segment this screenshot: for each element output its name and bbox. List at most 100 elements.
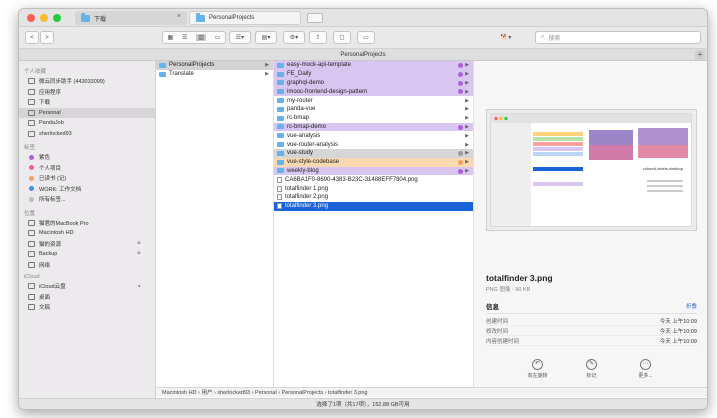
sidebar-item[interactable]: 猫君的MacBook Pro: [19, 218, 155, 229]
tag-color-dot-icon: [458, 124, 463, 130]
view-mode-control[interactable]: ▦ ☰ ▥ ▭: [162, 31, 226, 44]
column-row[interactable]: PersonalProjects ▶: [156, 61, 273, 70]
folder-row[interactable]: graphql-demo ▶: [274, 78, 473, 88]
folder-row[interactable]: vue-analysis ▶: [274, 131, 473, 140]
tab-label: PersonalProjects: [209, 15, 255, 21]
more-button[interactable]: ⋯ 更多...: [631, 359, 661, 379]
sidebar-item[interactable]: sherlocked93: [19, 129, 155, 140]
chevron-right-icon: ▶: [465, 97, 469, 104]
chevron-right-icon: ▶: [465, 132, 469, 139]
chevron-right-icon: ▶: [465, 88, 469, 95]
tab-downloads[interactable]: 下载 ×: [75, 11, 187, 25]
sidebar-item[interactable]: 已读书 (记): [19, 173, 155, 184]
totalfinder-dog-icon[interactable]: 🐕▾: [491, 31, 521, 44]
folder-row[interactable]: vue-study ▶: [274, 148, 473, 158]
forward-button[interactable]: >: [40, 31, 54, 44]
eject-icon[interactable]: ≜: [137, 241, 141, 247]
folder-icon: [277, 62, 284, 68]
add-tab-button[interactable]: +: [695, 50, 705, 60]
chevron-right-icon: ▶: [465, 150, 469, 157]
sync-folder-icon: [28, 78, 35, 85]
gallery-view-icon[interactable]: ▭: [215, 34, 221, 41]
sidebar-item[interactable]: 桌面: [19, 292, 155, 303]
search-icon: ⌕: [541, 34, 545, 40]
sidebar-item[interactable]: Personal: [19, 107, 155, 118]
sidebar-item[interactable]: 紫色: [19, 152, 155, 163]
title-bar: 下载 × PersonalProjects ✕: [19, 9, 707, 27]
file-row[interactable]: totalfinder 3.png: [274, 201, 473, 211]
divider: [486, 313, 697, 314]
sidebar-item[interactable]: 个人项目: [19, 163, 155, 174]
new-folder-icon[interactable]: ▭: [357, 31, 375, 44]
search-placeholder: 搜索: [548, 36, 561, 42]
minimize-window-button[interactable]: [40, 14, 48, 22]
path-segment[interactable]: Macintosh HD: [162, 390, 197, 396]
path-segment[interactable]: sherlocked93: [217, 390, 250, 396]
sidebar-item[interactable]: 下载: [19, 97, 155, 108]
row-label: weekly-blog: [287, 167, 319, 174]
sidebar-item[interactable]: 网络: [19, 260, 155, 271]
chevron-right-icon: ▶: [465, 123, 469, 130]
path-segment[interactable]: PersonalProjects: [282, 390, 324, 396]
sidebar-item[interactable]: 所有标签...: [19, 194, 155, 205]
folder-row[interactable]: imooc-frontend-design-pattern ▶: [274, 87, 473, 97]
sidebar-item[interactable]: 应用程序: [19, 87, 155, 98]
path-segment[interactable]: 用户: [201, 390, 212, 396]
folder-row[interactable]: vue-router-analysis ▶: [274, 140, 473, 149]
tag-color-dot-icon: [29, 165, 34, 171]
folder-icon: [277, 71, 284, 77]
info-value: 今天 上午10:09: [659, 339, 697, 345]
folder-row[interactable]: rc-bmap-demo ▶: [274, 122, 473, 132]
folder-icon: [277, 168, 284, 174]
disk-icon: [28, 251, 35, 258]
path-segment[interactable]: totalfinder 3.png: [328, 390, 367, 396]
sidebar-item[interactable]: Backup ≜: [19, 249, 155, 260]
sidebar-item[interactable]: WORK: 工作文档: [19, 184, 155, 195]
folder-row[interactable]: panda-vue ▶: [274, 105, 473, 114]
file-row[interactable]: totalfinder 1.png: [274, 184, 473, 193]
folder-row[interactable]: easy-mock-api-template ▶: [274, 61, 473, 70]
path-segment[interactable]: Personal: [255, 390, 277, 396]
row-label: Translate: [169, 71, 194, 78]
back-button[interactable]: <: [25, 31, 39, 44]
tab-personalprojects[interactable]: PersonalProjects ✕: [189, 11, 318, 25]
folder-row[interactable]: vue-style-codebase ▶: [274, 157, 473, 167]
sidebar-item-label: Macintosh HD: [39, 230, 74, 237]
sidebar-item[interactable]: PandaJob: [19, 118, 155, 129]
column-row[interactable]: Translate ▶: [156, 70, 273, 79]
file-row[interactable]: CA6BA1F0-8690-4383-B23C-31488EFF7804.png: [274, 175, 473, 184]
file-row[interactable]: totalfinder 2.png: [274, 193, 473, 202]
eject-icon[interactable]: ≜: [137, 251, 141, 257]
folder-row[interactable]: FE_Daily ▶: [274, 69, 473, 79]
folder-row[interactable]: my-router ▶: [274, 96, 473, 105]
arrange-dropdown[interactable]: ▤▾: [255, 31, 277, 44]
markup-button[interactable]: ✎ 标记: [577, 359, 607, 379]
new-tab-button[interactable]: [307, 13, 323, 23]
folder-row[interactable]: rc-bmap ▶: [274, 114, 473, 123]
column-view-icon[interactable]: ▥: [196, 34, 206, 41]
sidebar-item[interactable]: Macintosh HD: [19, 228, 155, 239]
rotate-left-button[interactable]: ↶ 向左旋转: [523, 359, 553, 379]
zoom-window-button[interactable]: [53, 14, 61, 22]
edit-tags-icon[interactable]: ◻: [333, 31, 351, 44]
action-gear-icon[interactable]: ⚙▾: [283, 31, 305, 44]
share-icon[interactable]: ⇪: [309, 31, 327, 44]
network-icon: [28, 261, 35, 268]
info-key: 创建时间: [486, 319, 509, 325]
folder-row[interactable]: weekly-blog ▶: [274, 166, 473, 176]
sidebar-item[interactable]: 微云同步助手 (443033099): [19, 76, 155, 87]
folder-icon: [277, 98, 284, 104]
group-by-dropdown[interactable]: ☰▾: [229, 31, 251, 44]
sidebar-item[interactable]: 文稿: [19, 302, 155, 313]
row-label: easy-mock-api-template: [287, 62, 352, 69]
icon-view-icon[interactable]: ▦: [167, 34, 173, 41]
close-window-button[interactable]: [27, 14, 35, 22]
tag-color-dot-icon: [458, 168, 463, 174]
close-tab-icon[interactable]: ×: [177, 13, 181, 20]
sidebar-item[interactable]: 猫的资源 ≜: [19, 239, 155, 250]
search-field[interactable]: ⌕ 搜索: [535, 31, 701, 44]
collapse-info-link[interactable]: 折叠: [686, 302, 697, 310]
list-view-icon[interactable]: ☰: [182, 34, 187, 41]
sidebar-section-header: 位置: [24, 210, 36, 217]
sidebar-item[interactable]: iCloud云盘 ◔: [19, 281, 155, 292]
